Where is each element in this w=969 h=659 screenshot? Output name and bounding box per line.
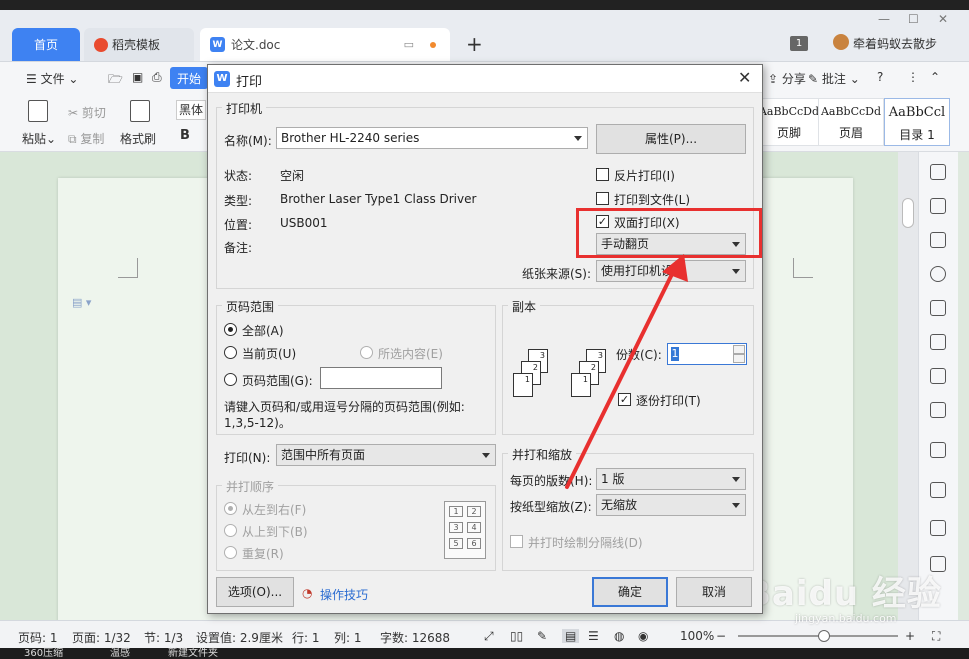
annotation-arrow [565,254,688,489]
